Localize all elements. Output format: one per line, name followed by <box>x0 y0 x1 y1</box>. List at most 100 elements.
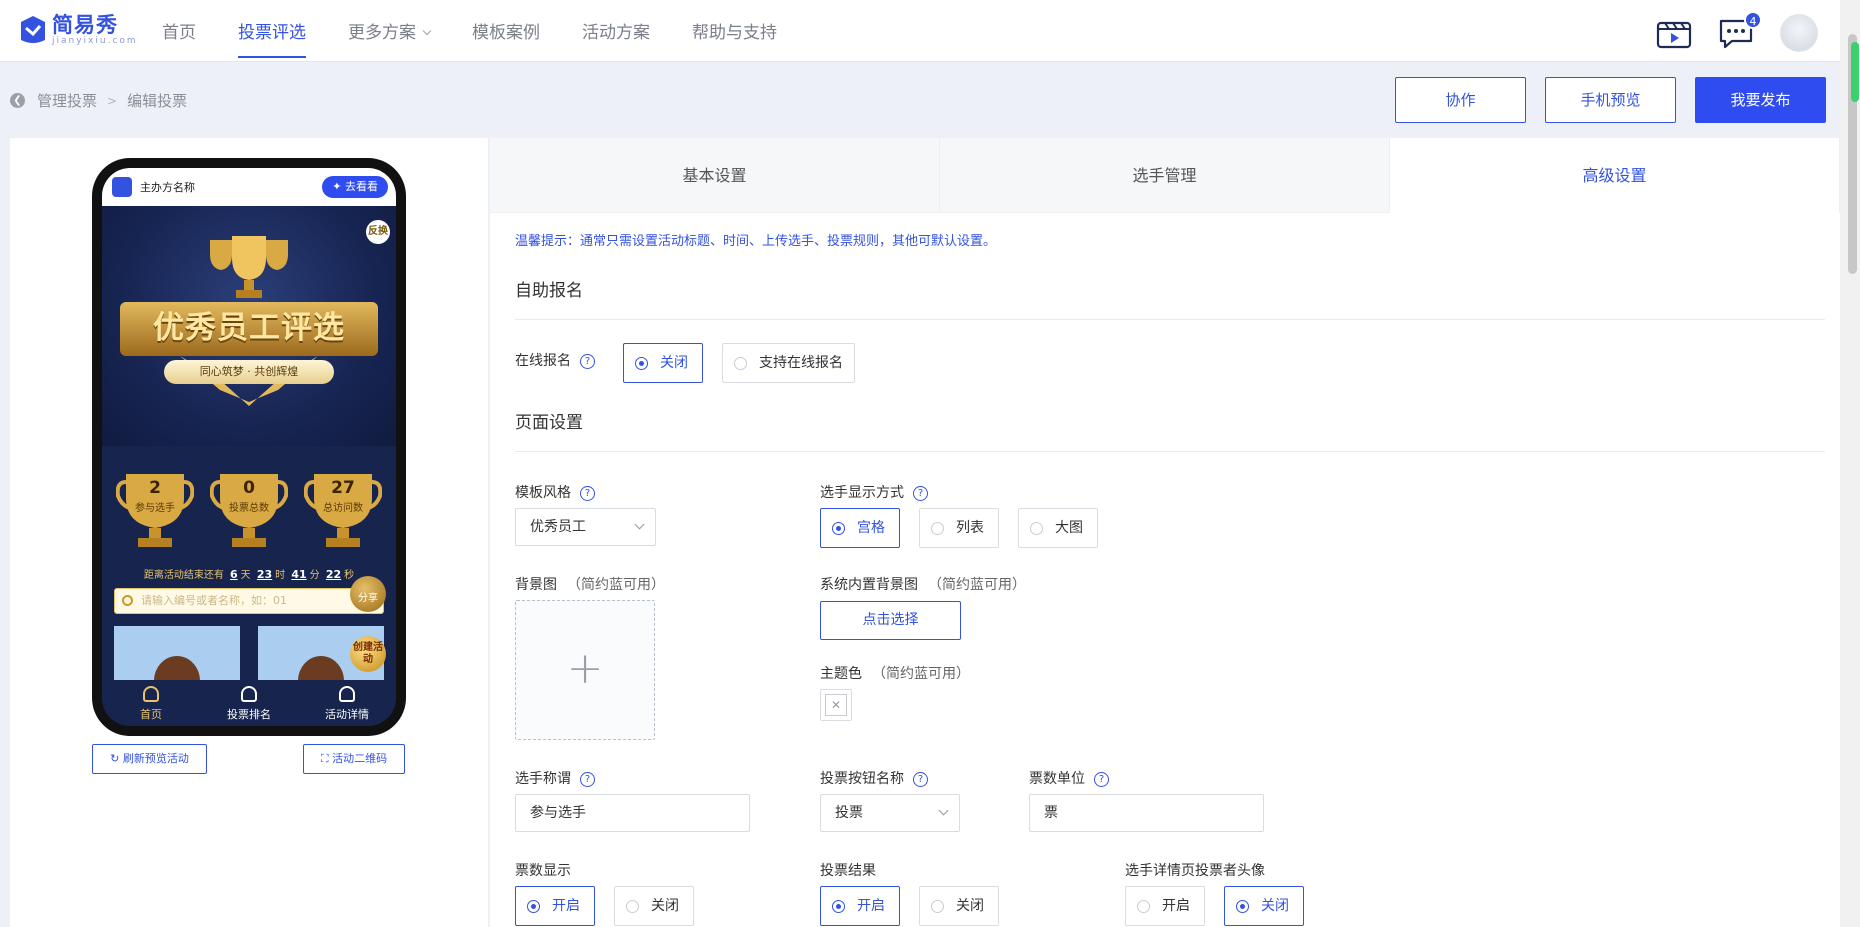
voter-avatar-off[interactable]: 关闭 <box>1224 886 1304 926</box>
tab-player-management[interactable]: 选手管理 <box>940 138 1390 213</box>
phone-tab-ranking[interactable]: 投票排名 <box>200 680 298 726</box>
display-mode-grid[interactable]: 宫格 <box>820 508 900 548</box>
brand-logo[interactable]: 简易秀 jianyixiu.com <box>18 14 138 46</box>
plus-icon: + <box>566 643 604 694</box>
vote-button-select[interactable]: 投票 <box>820 794 960 832</box>
vote-button-label: 投票按钮名称? <box>820 768 928 788</box>
vote-result-on[interactable]: 开启 <box>820 886 900 926</box>
nav-activity-plans[interactable]: 活动方案 <box>582 0 650 62</box>
radio-dot <box>1030 522 1043 535</box>
page-scrollbar[interactable] <box>1840 0 1860 927</box>
section-page-settings: 页面设置 <box>515 413 583 433</box>
vote-unit-input[interactable]: 票 <box>1029 794 1264 832</box>
org-name: 主办方名称 <box>140 181 195 194</box>
swap-button[interactable]: 反换 <box>366 220 390 244</box>
top-navbar: 简易秀 jianyixiu.com 首页 投票评选 更多方案 模板案例 活动方案… <box>0 0 1860 62</box>
refresh-preview-button[interactable]: ↻ 刷新预览活动 <box>92 744 207 774</box>
stat-participants: 2 参与选手 <box>116 468 194 550</box>
crown-icon <box>339 686 355 702</box>
template-style-label: 模板风格? <box>515 482 595 502</box>
player-card[interactable] <box>114 626 240 686</box>
user-avatar[interactable] <box>1780 14 1818 52</box>
go-see-button[interactable]: ✦ 去看看 <box>322 176 388 198</box>
breadcrumb-bar: ❮ 管理投票 > 编辑投票 协作 手机预览 我要发布 <box>0 62 1840 138</box>
radio-dot <box>626 900 639 913</box>
nav-home[interactable]: 首页 <box>162 0 196 62</box>
radio-dot <box>734 357 747 370</box>
phone-screen: 主办方名称 ✦ 去看看 优秀员工评选 同心筑梦 · 共创辉煌 反换 2 参与选手… <box>102 168 396 726</box>
video-icon[interactable] <box>1656 15 1692 51</box>
phone-tab-details[interactable]: 活动详情 <box>298 680 396 726</box>
nav-help[interactable]: 帮助与支持 <box>692 0 777 62</box>
phone-tab-home[interactable]: 首页 <box>102 680 200 726</box>
qrcode-button[interactable]: ⛶ 活动二维码 <box>303 744 405 774</box>
bg-image-upload[interactable]: + <box>515 600 655 740</box>
tip-text: 温馨提示：通常只需设置活动标题、时间、上传选手、投票规则，其他可默认设置。 <box>515 234 997 249</box>
activity-subtitle: 同心筑梦 · 共创辉煌 <box>164 360 334 384</box>
help-icon[interactable]: ? <box>580 354 595 369</box>
stat-visits: 27 总访问数 <box>304 468 382 550</box>
radio-dot <box>931 900 944 913</box>
bg-image-label: 背景图 （简约蓝可用） <box>515 577 665 593</box>
share-button[interactable]: 分享 <box>350 576 386 612</box>
voter-avatar-on[interactable]: 开启 <box>1125 886 1205 926</box>
vote-count-on[interactable]: 开启 <box>515 886 595 926</box>
divider <box>515 319 1825 320</box>
message-count-badge: 4 <box>1744 11 1762 29</box>
signup-option-off[interactable]: 关闭 <box>623 343 703 383</box>
help-icon[interactable]: ? <box>580 772 595 787</box>
nav-templates[interactable]: 模板案例 <box>472 0 540 62</box>
help-icon[interactable]: ? <box>1094 772 1109 787</box>
chevron-right-icon: > <box>107 93 118 108</box>
radio-dot <box>931 522 944 535</box>
help-icon[interactable]: ? <box>913 486 928 501</box>
theme-color-label: 主题色 （简约蓝可用） <box>820 666 970 682</box>
help-icon[interactable]: ? <box>913 772 928 787</box>
message-icon[interactable]: 4 <box>1718 11 1762 51</box>
breadcrumb-parent[interactable]: 管理投票 <box>37 90 97 111</box>
settings-tabs: 基本设置 选手管理 高级设置 <box>490 138 1840 213</box>
publish-button[interactable]: 我要发布 <box>1695 77 1826 123</box>
online-signup-label: 在线报名? <box>515 350 595 370</box>
builtin-bg-label: 系统内置背景图 （简约蓝可用） <box>820 577 1026 593</box>
help-icon[interactable]: ? <box>580 486 595 501</box>
chevron-down-icon <box>634 519 645 530</box>
main-nav: 首页 投票评选 更多方案 模板案例 活动方案 帮助与支持 <box>162 0 819 62</box>
mobile-preview-button[interactable]: 手机预览 <box>1545 77 1676 123</box>
radio-dot <box>832 522 845 535</box>
vote-count-off[interactable]: 关闭 <box>614 886 694 926</box>
home-icon <box>143 686 159 702</box>
select-builtin-bg-button[interactable]: 点击选择 <box>820 601 961 640</box>
nav-voting[interactable]: 投票评选 <box>238 0 306 62</box>
trophy-icon <box>210 236 288 298</box>
stat-votes: 0 投票总数 <box>210 468 288 550</box>
search-icon <box>122 595 133 606</box>
chevron-down-icon <box>422 26 432 36</box>
tab-basic-settings[interactable]: 基本设置 <box>490 138 940 213</box>
radio-dot <box>527 900 540 913</box>
vote-result-label: 投票结果 <box>820 863 876 879</box>
vote-result-off[interactable]: 关闭 <box>919 886 999 926</box>
player-title-label: 选手称谓? <box>515 768 595 788</box>
preview-panel: 主办方名称 ✦ 去看看 优秀员工评选 同心筑梦 · 共创辉煌 反换 2 参与选手… <box>10 138 488 927</box>
signup-option-online[interactable]: 支持在线报名 <box>722 343 855 383</box>
scroll-indicator <box>1851 42 1859 102</box>
back-icon[interactable]: ❮ <box>10 93 25 108</box>
template-style-select[interactable]: 优秀员工 <box>515 508 656 546</box>
vote-count-display-label: 票数显示 <box>515 863 571 879</box>
collab-button[interactable]: 协作 <box>1395 77 1526 123</box>
vote-unit-label: 票数单位? <box>1029 768 1109 788</box>
brand-name: 简易秀 <box>52 13 118 37</box>
player-cards <box>114 626 384 686</box>
phone-search-input[interactable]: 请输入编号或者名称，如：01 <box>114 588 384 614</box>
theme-color-picker[interactable]: ✕ <box>820 689 852 721</box>
settings-panel: 基本设置 选手管理 高级设置 温馨提示：通常只需设置活动标题、时间、上传选手、投… <box>490 138 1840 927</box>
nav-more-solutions[interactable]: 更多方案 <box>348 0 432 62</box>
display-mode-list[interactable]: 列表 <box>919 508 999 548</box>
radio-dot <box>1236 900 1249 913</box>
tab-advanced-settings[interactable]: 高级设置 <box>1390 138 1840 213</box>
player-title-input[interactable]: 参与选手 <box>515 794 750 832</box>
display-mode-large[interactable]: 大图 <box>1018 508 1098 548</box>
create-activity-button[interactable]: 创建活动 <box>350 636 386 672</box>
radio-dot <box>832 900 845 913</box>
